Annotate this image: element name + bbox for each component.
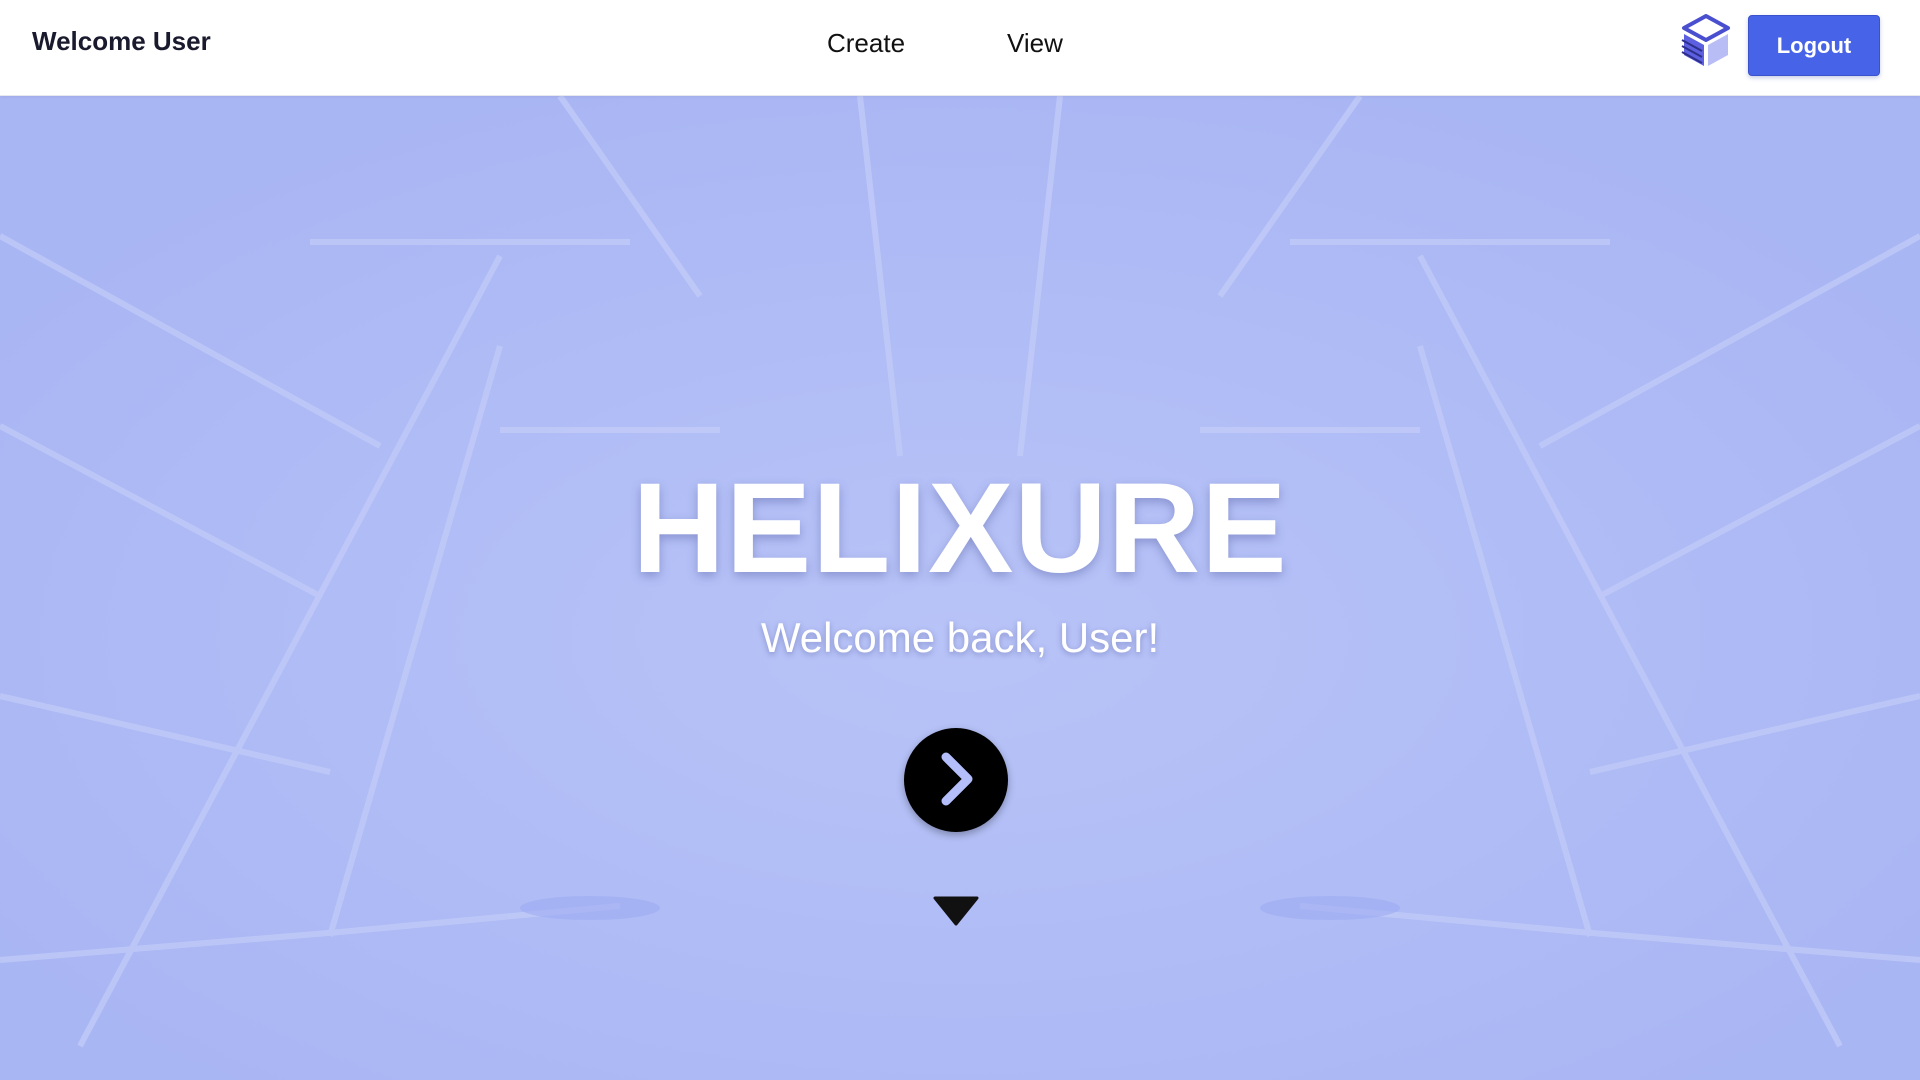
next-arrow-button[interactable]	[904, 728, 1008, 832]
hero-subtitle: Welcome back, User!	[760, 614, 1160, 661]
logout-button[interactable]: Logout	[1748, 15, 1880, 76]
nav-link-create[interactable]: Create	[827, 28, 905, 59]
top-navbar: Welcome User Create View Logout	[0, 0, 1920, 96]
hero-title: HELIXURE	[632, 457, 1288, 600]
chevron-right-icon	[936, 751, 976, 810]
nav-link-view[interactable]: View	[1007, 28, 1063, 59]
triangle-down-icon[interactable]	[933, 896, 979, 926]
main-nav: Create View	[0, 28, 1920, 60]
hero-section: HELIXURE Welcome back, User!	[0, 96, 1920, 1080]
stacked-cube-logo-icon[interactable]	[1680, 14, 1732, 68]
